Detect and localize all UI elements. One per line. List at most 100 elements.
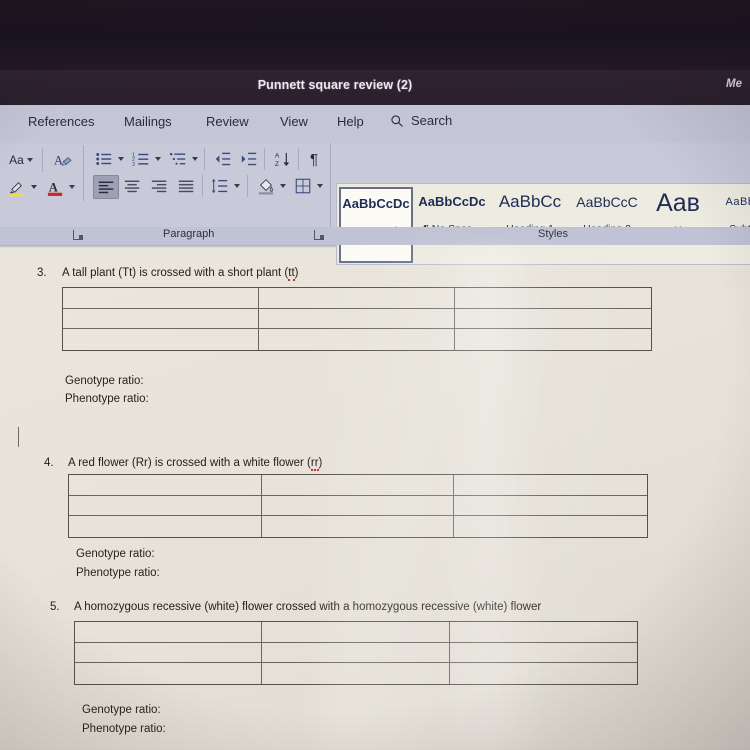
numbering-chevron-down-icon[interactable]: [155, 157, 161, 161]
align-right-icon: [151, 180, 166, 192]
punnett-cell[interactable]: [454, 496, 647, 517]
group-label-styles: Styles: [538, 228, 568, 240]
line-spacing-icon: [211, 178, 228, 194]
punnett-cell[interactable]: [75, 622, 263, 643]
tab-references[interactable]: References: [28, 114, 94, 129]
paragraph-dialog-launcher[interactable]: [314, 230, 324, 240]
punnett-cell[interactable]: [262, 663, 450, 684]
font-color-chevron-down-icon[interactable]: [69, 185, 75, 189]
highlighter-icon: [9, 181, 22, 196]
punnett-cell[interactable]: [261, 475, 455, 496]
styles-gallery[interactable]: AaBbCcDc ¶ Normal AaBbCcDc ¶ No Spac... …: [336, 183, 750, 265]
question-5-phenotype-ratio: Phenotype ratio:: [82, 723, 166, 735]
multilevel-chevron-down-icon[interactable]: [192, 157, 198, 161]
increase-indent-button[interactable]: [238, 148, 260, 170]
borders-button[interactable]: [292, 175, 314, 197]
clear-formatting-button[interactable]: A: [50, 148, 74, 172]
punnett-cell[interactable]: [449, 622, 637, 643]
punnett-cell[interactable]: [69, 495, 262, 517]
search-box[interactable]: Search: [390, 113, 452, 128]
punnett-cell[interactable]: [262, 622, 450, 643]
multilevel-list-button[interactable]: [167, 148, 189, 170]
bullets-chevron-down-icon[interactable]: [118, 157, 124, 161]
font-color-button[interactable]: A: [44, 176, 66, 198]
group-label-paragraph: Paragraph: [163, 228, 215, 240]
tab-help[interactable]: Help: [337, 114, 364, 129]
style-no-spacing[interactable]: AaBbCcDc ¶ No Spac...: [413, 187, 491, 259]
punnett-square-5[interactable]: [74, 621, 638, 685]
style-preview: Aaв: [656, 189, 700, 217]
punnett-cell[interactable]: [63, 308, 259, 330]
style-normal[interactable]: AaBbCcDc ¶ Normal: [339, 187, 413, 263]
question-5-genotype-ratio: Genotype ratio:: [82, 704, 161, 716]
punnett-cell[interactable]: [69, 516, 262, 537]
shading-chevron-down-icon[interactable]: [280, 184, 286, 188]
punnett-cell[interactable]: [455, 329, 651, 350]
highlight-chevron-down-icon[interactable]: [31, 185, 37, 189]
indent-divider: [204, 148, 205, 170]
align-left-button[interactable]: [93, 175, 119, 199]
punnett-square-3[interactable]: [62, 287, 652, 351]
punnett-cell[interactable]: [262, 516, 455, 537]
show-formatting-marks-button[interactable]: ¶: [304, 147, 324, 171]
punnett-cell[interactable]: [455, 288, 651, 309]
align-right-button[interactable]: [147, 175, 171, 197]
line-spacing-chevron-down-icon[interactable]: [234, 184, 240, 188]
punnett-cell[interactable]: [449, 643, 637, 664]
punnett-cell[interactable]: [63, 288, 259, 309]
punnett-cell[interactable]: [75, 663, 263, 684]
punnett-cell[interactable]: [69, 475, 262, 496]
punnett-square-4[interactable]: [68, 474, 648, 538]
style-preview: AaBbCcDc: [342, 196, 410, 211]
account-name[interactable]: Me: [726, 78, 748, 90]
question-5-text-before: A homozygous recessive (white) flower cr…: [74, 601, 542, 613]
ribbon: References Mailings Review View Help Sea…: [0, 105, 750, 265]
spacing-divider: [202, 175, 203, 197]
font-dialog-launcher[interactable]: [73, 230, 83, 240]
decrease-indent-icon: [215, 152, 231, 166]
style-heading-1[interactable]: AaBbCс Heading 1: [493, 187, 567, 259]
question-4-text: A red flower (Rr) is crossed with a whit…: [68, 457, 323, 471]
punnett-cell[interactable]: [75, 642, 263, 664]
pilcrow-icon: ¶: [309, 150, 319, 168]
question-4-genotype-ratio: Genotype ratio:: [76, 548, 155, 560]
punnett-cell[interactable]: [259, 308, 455, 330]
borders-chevron-down-icon[interactable]: [317, 184, 323, 188]
punnett-cell[interactable]: [454, 516, 647, 537]
document-page[interactable]: 3. A tall plant (Tt) is crossed with a s…: [0, 245, 750, 750]
line-spacing-button[interactable]: [209, 175, 231, 197]
style-subtitle[interactable]: AaBb Subt: [711, 187, 750, 259]
ribbon-tab-strip: References Mailings Review View Help Sea…: [0, 105, 750, 143]
style-heading-2[interactable]: AaBbCcC Heading 2: [569, 187, 645, 259]
bulleted-list-icon: [96, 153, 112, 165]
question-3-text: A tall plant (Tt) is crossed with a shor…: [62, 267, 299, 281]
question-4-text-after: ): [318, 457, 323, 469]
punnett-cell[interactable]: [455, 309, 651, 330]
numbering-button[interactable]: 1 2 3: [130, 148, 152, 170]
punnett-cell[interactable]: [259, 329, 455, 350]
tab-review[interactable]: Review: [206, 114, 249, 129]
punnett-cell[interactable]: [454, 475, 647, 496]
sort-button[interactable]: A Z: [270, 147, 294, 171]
change-case-button[interactable]: Aa: [6, 149, 36, 171]
ribbon-group-labels: Paragraph Styles: [0, 227, 750, 245]
punnett-cell[interactable]: [450, 663, 637, 684]
text-highlight-color-button[interactable]: [6, 176, 28, 198]
punnett-cell[interactable]: [63, 329, 259, 350]
svg-text:A: A: [53, 153, 62, 167]
numbered-list-icon: 1 2 3: [132, 152, 149, 168]
decrease-indent-button[interactable]: [212, 148, 234, 170]
style-title[interactable]: Aaв Title: [647, 187, 709, 259]
punnett-cell[interactable]: [261, 495, 455, 517]
punnett-cell[interactable]: [259, 288, 455, 309]
punnett-cell[interactable]: [262, 642, 450, 664]
bullets-button[interactable]: [93, 148, 115, 170]
document-title: Punnett square review (2): [257, 78, 413, 92]
shading-divider: [247, 175, 248, 197]
shading-button[interactable]: [255, 175, 277, 197]
style-preview: AaBb: [725, 196, 750, 208]
align-center-button[interactable]: [120, 175, 144, 197]
tab-view[interactable]: View: [280, 114, 308, 129]
justify-button[interactable]: [174, 175, 198, 197]
tab-mailings[interactable]: Mailings: [124, 114, 172, 129]
